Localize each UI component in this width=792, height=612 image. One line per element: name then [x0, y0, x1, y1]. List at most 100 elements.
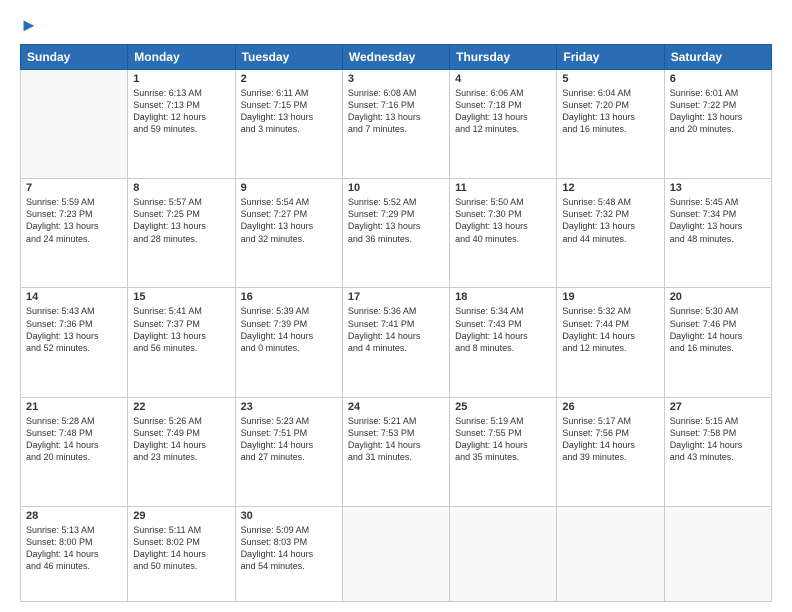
day-info: Sunrise: 5:23 AM Sunset: 7:51 PM Dayligh… [241, 415, 337, 464]
day-info: Sunrise: 5:52 AM Sunset: 7:29 PM Dayligh… [348, 196, 444, 245]
week-row-1: 1 Sunrise: 6:13 AM Sunset: 7:13 PM Daylig… [21, 69, 772, 178]
calendar-cell: 25Sunrise: 5:19 AM Sunset: 7:55 PM Dayli… [450, 397, 557, 506]
weekday-header-thursday: Thursday [450, 44, 557, 69]
calendar-cell: 1 Sunrise: 6:13 AM Sunset: 7:13 PM Daylig… [128, 69, 235, 178]
calendar-cell: 9 Sunrise: 5:54 AM Sunset: 7:27 PM Daylig… [235, 179, 342, 288]
day-number: 7 [26, 182, 122, 194]
week-row-2: 7 Sunrise: 5:59 AM Sunset: 7:23 PM Daylig… [21, 179, 772, 288]
logo: ► [20, 16, 38, 36]
day-info: Sunrise: 5:41 AM Sunset: 7:37 PM Dayligh… [133, 305, 229, 354]
day-number: 18 [455, 291, 551, 303]
day-info: Sunrise: 5:45 AM Sunset: 7:34 PM Dayligh… [670, 196, 766, 245]
calendar-body: 1 Sunrise: 6:13 AM Sunset: 7:13 PM Daylig… [21, 69, 772, 601]
week-row-3: 14Sunrise: 5:43 AM Sunset: 7:36 PM Dayli… [21, 288, 772, 397]
calendar-cell [450, 506, 557, 601]
day-info: Sunrise: 5:17 AM Sunset: 7:56 PM Dayligh… [562, 415, 658, 464]
day-number: 23 [241, 401, 337, 413]
calendar-cell: 14Sunrise: 5:43 AM Sunset: 7:36 PM Dayli… [21, 288, 128, 397]
calendar-cell: 24Sunrise: 5:21 AM Sunset: 7:53 PM Dayli… [342, 397, 449, 506]
day-info: Sunrise: 5:21 AM Sunset: 7:53 PM Dayligh… [348, 415, 444, 464]
calendar-cell: 16Sunrise: 5:39 AM Sunset: 7:39 PM Dayli… [235, 288, 342, 397]
day-number: 2 [241, 73, 337, 85]
weekday-row: SundayMondayTuesdayWednesdayThursdayFrid… [21, 44, 772, 69]
day-number: 9 [241, 182, 337, 194]
calendar-cell: 17 Sunrise: 5:36 AM Sunset: 7:41 PM Dayli… [342, 288, 449, 397]
week-row-4: 21 Sunrise: 5:28 AM Sunset: 7:48 PM Dayli… [21, 397, 772, 506]
day-number: 3 [348, 73, 444, 85]
weekday-header-monday: Monday [128, 44, 235, 69]
day-number: 1 [133, 73, 229, 85]
day-info: Sunrise: 5:57 AM Sunset: 7:25 PM Dayligh… [133, 196, 229, 245]
weekday-header-tuesday: Tuesday [235, 44, 342, 69]
day-info: Sunrise: 5:28 AM Sunset: 7:48 PM Dayligh… [26, 415, 122, 464]
calendar-cell: 19 Sunrise: 5:32 AM Sunset: 7:44 PM Dayli… [557, 288, 664, 397]
day-info: Sunrise: 5:39 AM Sunset: 7:39 PM Dayligh… [241, 305, 337, 354]
calendar-cell: 21 Sunrise: 5:28 AM Sunset: 7:48 PM Dayli… [21, 397, 128, 506]
weekday-header-saturday: Saturday [664, 44, 771, 69]
calendar-cell: 18 Sunrise: 5:34 AM Sunset: 7:43 PM Dayli… [450, 288, 557, 397]
calendar-cell: 22Sunrise: 5:26 AM Sunset: 7:49 PM Dayli… [128, 397, 235, 506]
calendar-header: SundayMondayTuesdayWednesdayThursdayFrid… [21, 44, 772, 69]
header: ► [20, 16, 772, 36]
day-number: 17 [348, 291, 444, 303]
weekday-header-wednesday: Wednesday [342, 44, 449, 69]
calendar-cell: 23 Sunrise: 5:23 AM Sunset: 7:51 PM Dayli… [235, 397, 342, 506]
day-info: Sunrise: 5:59 AM Sunset: 7:23 PM Dayligh… [26, 196, 122, 245]
day-number: 13 [670, 182, 766, 194]
day-number: 15 [133, 291, 229, 303]
day-info: Sunrise: 5:15 AM Sunset: 7:58 PM Dayligh… [670, 415, 766, 464]
day-number: 4 [455, 73, 551, 85]
day-info: Sunrise: 6:11 AM Sunset: 7:15 PM Dayligh… [241, 87, 337, 136]
calendar-cell: 11Sunrise: 5:50 AM Sunset: 7:30 PM Dayli… [450, 179, 557, 288]
logo-general: ► [20, 16, 38, 36]
day-number: 26 [562, 401, 658, 413]
day-info: Sunrise: 5:54 AM Sunset: 7:27 PM Dayligh… [241, 196, 337, 245]
day-number: 27 [670, 401, 766, 413]
day-number: 12 [562, 182, 658, 194]
day-info: Sunrise: 5:11 AM Sunset: 8:02 PM Dayligh… [133, 524, 229, 573]
calendar-cell: 6Sunrise: 6:01 AM Sunset: 7:22 PM Daylig… [664, 69, 771, 178]
day-number: 14 [26, 291, 122, 303]
calendar-cell: 27 Sunrise: 5:15 AM Sunset: 7:58 PM Dayli… [664, 397, 771, 506]
day-info: Sunrise: 6:06 AM Sunset: 7:18 PM Dayligh… [455, 87, 551, 136]
week-row-5: 28Sunrise: 5:13 AM Sunset: 8:00 PM Dayli… [21, 506, 772, 601]
day-info: Sunrise: 5:34 AM Sunset: 7:43 PM Dayligh… [455, 305, 551, 354]
calendar-cell: 13 Sunrise: 5:45 AM Sunset: 7:34 PM Dayli… [664, 179, 771, 288]
calendar-cell: 15 Sunrise: 5:41 AM Sunset: 7:37 PM Dayli… [128, 288, 235, 397]
day-info: Sunrise: 6:01 AM Sunset: 7:22 PM Dayligh… [670, 87, 766, 136]
calendar-cell [557, 506, 664, 601]
day-info: Sunrise: 5:19 AM Sunset: 7:55 PM Dayligh… [455, 415, 551, 464]
day-info: Sunrise: 5:48 AM Sunset: 7:32 PM Dayligh… [562, 196, 658, 245]
calendar-cell: 12 Sunrise: 5:48 AM Sunset: 7:32 PM Dayli… [557, 179, 664, 288]
calendar-cell [21, 69, 128, 178]
day-number: 22 [133, 401, 229, 413]
day-number: 11 [455, 182, 551, 194]
day-info: Sunrise: 6:13 AM Sunset: 7:13 PM Dayligh… [133, 87, 229, 136]
calendar-cell [664, 506, 771, 601]
calendar-cell: 30 Sunrise: 5:09 AM Sunset: 8:03 PM Dayli… [235, 506, 342, 601]
calendar-cell: 3 Sunrise: 6:08 AM Sunset: 7:16 PM Daylig… [342, 69, 449, 178]
day-info: Sunrise: 5:36 AM Sunset: 7:41 PM Dayligh… [348, 305, 444, 354]
calendar-cell: 7 Sunrise: 5:59 AM Sunset: 7:23 PM Daylig… [21, 179, 128, 288]
day-number: 30 [241, 510, 337, 522]
calendar-cell: 8 Sunrise: 5:57 AM Sunset: 7:25 PM Daylig… [128, 179, 235, 288]
calendar-cell: 2 Sunrise: 6:11 AM Sunset: 7:15 PM Daylig… [235, 69, 342, 178]
day-info: Sunrise: 5:09 AM Sunset: 8:03 PM Dayligh… [241, 524, 337, 573]
day-number: 28 [26, 510, 122, 522]
day-number: 8 [133, 182, 229, 194]
logo-bird-icon: ► [20, 15, 38, 35]
day-info: Sunrise: 6:08 AM Sunset: 7:16 PM Dayligh… [348, 87, 444, 136]
calendar-cell: 29 Sunrise: 5:11 AM Sunset: 8:02 PM Dayli… [128, 506, 235, 601]
calendar-cell [342, 506, 449, 601]
day-info: Sunrise: 5:32 AM Sunset: 7:44 PM Dayligh… [562, 305, 658, 354]
day-number: 29 [133, 510, 229, 522]
weekday-header-sunday: Sunday [21, 44, 128, 69]
day-number: 19 [562, 291, 658, 303]
calendar-cell: 10Sunrise: 5:52 AM Sunset: 7:29 PM Dayli… [342, 179, 449, 288]
weekday-header-friday: Friday [557, 44, 664, 69]
calendar-cell: 26 Sunrise: 5:17 AM Sunset: 7:56 PM Dayli… [557, 397, 664, 506]
day-number: 5 [562, 73, 658, 85]
day-number: 20 [670, 291, 766, 303]
day-number: 21 [26, 401, 122, 413]
calendar-cell: 4 Sunrise: 6:06 AM Sunset: 7:18 PM Daylig… [450, 69, 557, 178]
